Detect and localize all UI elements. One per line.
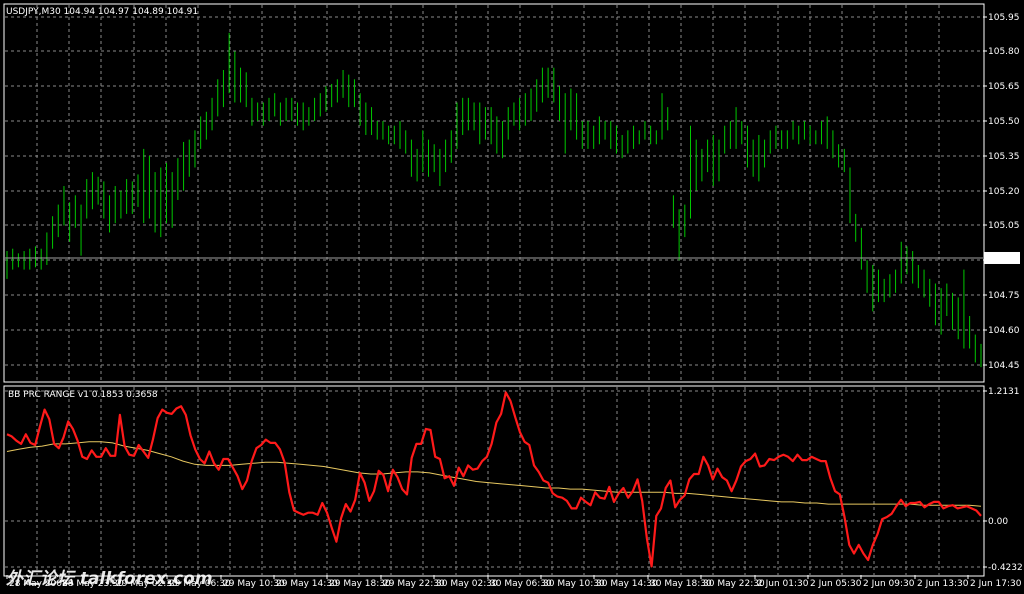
y-tick-label: 105.05 <box>988 221 1020 231</box>
main-panel-header: USDJPY,M30 104.94 104.97 104.89 104.91 <box>6 7 198 17</box>
chart-canvas: 105.95 105.80 105.65 105.50 105.35 105.20 105.… <box>3 3 1023 589</box>
y-tick-label: 105.20 <box>988 187 1020 197</box>
y-tick-label: 104.75 <box>988 291 1020 301</box>
y-tick-label: 105.95 <box>988 13 1020 23</box>
price-axis: 105.95 105.80 105.65 105.50 105.35 105.20 105.… <box>983 13 1020 371</box>
x-tick-label: 2 Jun 17:30 <box>970 579 1022 589</box>
x-tick-label: 30 May 14:30 <box>596 579 658 589</box>
y-tick-label: 104.60 <box>988 326 1020 336</box>
indicator-lines <box>6 391 982 568</box>
x-tick-label: 2 Jun 01:30 <box>757 579 809 589</box>
indicator-grid <box>5 387 983 575</box>
average-line <box>6 441 982 507</box>
y-tick-label: 0.00 <box>988 517 1008 527</box>
y-tick-label: -0.4232 <box>988 563 1023 573</box>
main-panel-frame <box>3 3 985 383</box>
y-tick-label: 1.2131 <box>988 387 1020 397</box>
price-bars <box>6 32 982 368</box>
y-tick-label: 105.65 <box>988 82 1020 92</box>
x-tick-label: 29 May 18:30 <box>329 579 391 589</box>
x-tick-label: 2 Jun 05:30 <box>810 579 862 589</box>
indicator-panel-header: BB PRC RANGE v1 0.1853 0.3658 <box>8 390 158 400</box>
watermark: 外汇论坛 talkforex.com <box>5 569 213 589</box>
x-tick-label: 30 May 22:30 <box>703 579 765 589</box>
indicator-panel-frame <box>3 385 985 577</box>
x-tick-label: 2 Jun 09:30 <box>863 579 915 589</box>
y-tick-label: 104.45 <box>988 361 1020 371</box>
y-tick-label: 105.35 <box>988 152 1020 162</box>
y-tick-label: 105.50 <box>988 117 1020 127</box>
y-tick-label: 105.80 <box>988 47 1020 57</box>
indicator-axis: 1.2131 0.00 -0.4232 <box>983 387 1023 573</box>
x-tick-label: 30 May 02:30 <box>436 579 498 589</box>
main-grid <box>5 5 983 381</box>
current-price-label: 104.91 <box>987 254 1019 264</box>
x-tick-label: 2 Jun 13:30 <box>917 579 969 589</box>
range-line <box>6 391 982 568</box>
